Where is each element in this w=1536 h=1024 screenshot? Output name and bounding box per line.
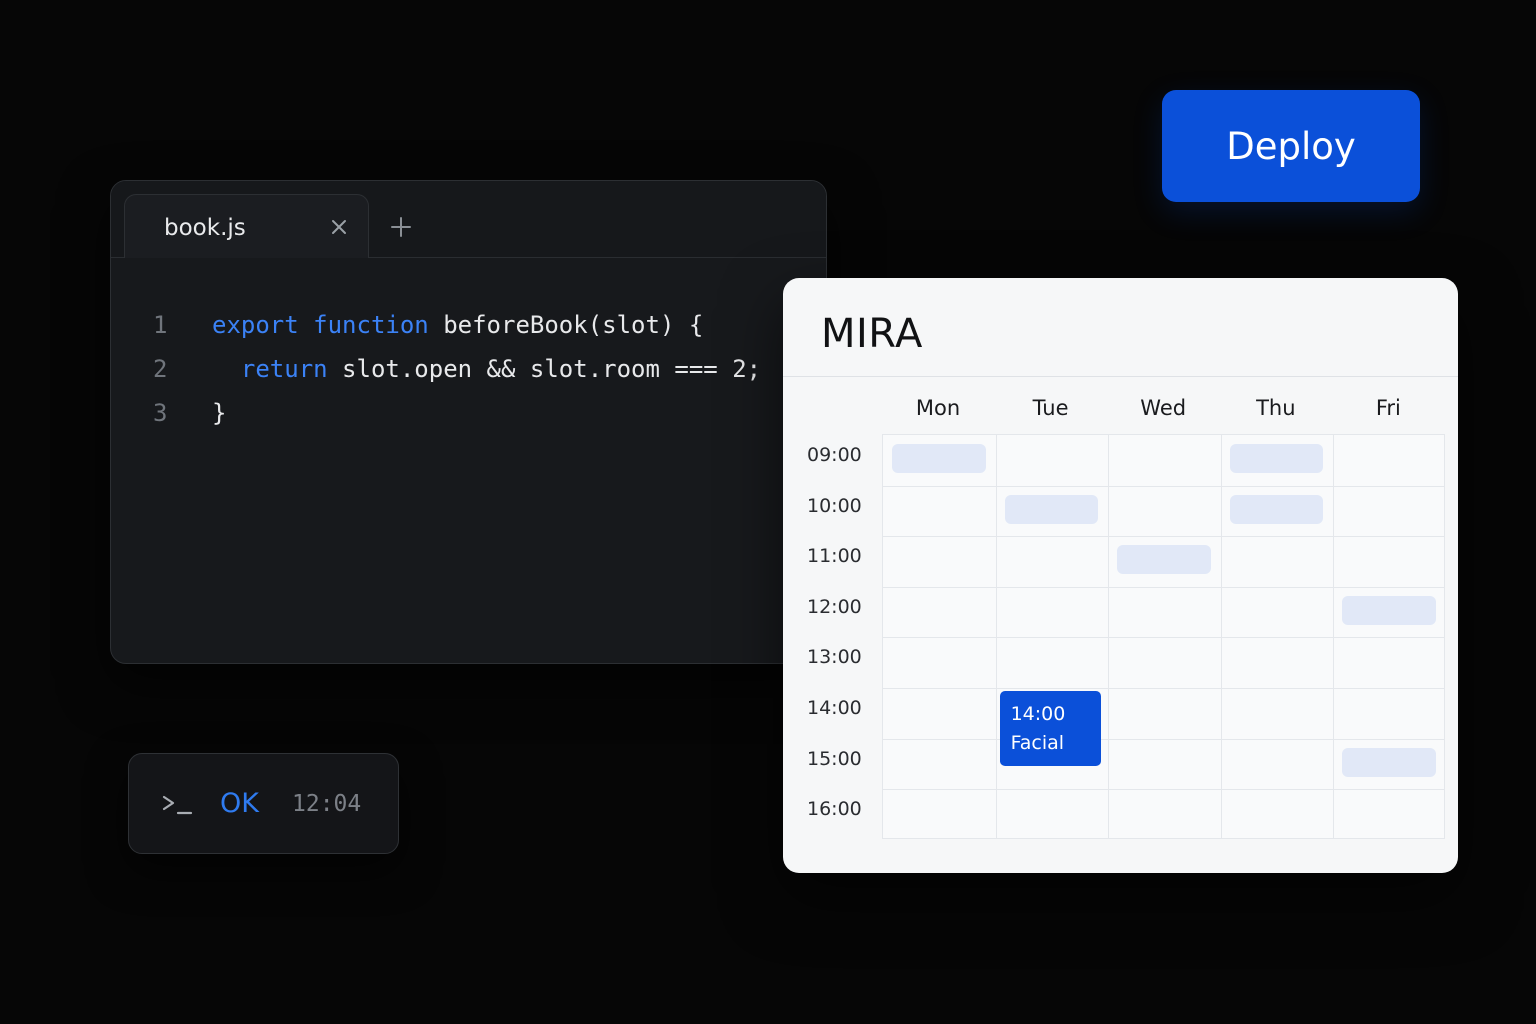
- line-number: 1: [153, 311, 168, 339]
- code-line: 1 export function beforeBook(slot) {: [111, 303, 826, 347]
- grid-row-line: [883, 536, 1444, 538]
- line-number: 2: [153, 355, 168, 383]
- time-label: 14:00: [807, 697, 862, 719]
- time-label: 09:00: [807, 444, 862, 466]
- open-slot-thu-1000[interactable]: [1229, 494, 1324, 524]
- close-icon[interactable]: [331, 219, 347, 235]
- code-text: export function beforeBook(slot) {: [212, 303, 703, 347]
- time-label: 16:00: [807, 798, 862, 821]
- code-text: return slot.open && slot.room === 2;: [212, 347, 761, 391]
- calendar-divider: [783, 376, 1458, 377]
- grid-row-line: [883, 586, 1444, 588]
- grid-row-line: [883, 637, 1444, 639]
- editor-tab-bar: book.js: [111, 181, 826, 258]
- time-label: 12:00: [807, 595, 862, 618]
- code-keyword: return: [240, 355, 328, 383]
- line-number: 3: [153, 399, 168, 427]
- terminal-prompt-icon: [162, 795, 193, 815]
- day-header-wed: Wed: [1140, 396, 1187, 420]
- day-header-tue: Tue: [1032, 396, 1069, 420]
- calendar-card: MIRA Mon Tue Wed Thu Fri 09:00 10:00 11:00 12:0…: [783, 278, 1458, 873]
- grid-row-line: [883, 789, 1444, 791]
- code-line: 3}: [111, 391, 826, 435]
- terminal-time: 12:04: [292, 791, 362, 817]
- open-slot-wed-1100[interactable]: [1117, 545, 1211, 575]
- booking-event[interactable]: 14:00 Facial: [999, 691, 1102, 766]
- booking-time: 14:00: [1010, 703, 1066, 725]
- terminal-status-text: OK: [220, 788, 259, 819]
- code-keyword: export: [212, 311, 299, 339]
- code-area[interactable]: 1 export function beforeBook(slot) {2 ret…: [111, 303, 826, 435]
- terminal-status: OK 12:04: [128, 753, 399, 854]
- editor-tab-book-js[interactable]: book.js: [124, 194, 369, 258]
- grid-row-line: [883, 688, 1444, 689]
- deploy-button[interactable]: Deploy: [1162, 90, 1420, 202]
- code-keyword: function: [313, 311, 429, 339]
- calendar-grid: 14:00 Facial: [882, 434, 1445, 839]
- time-label: 13:00: [807, 646, 862, 669]
- grid-row-line: [883, 738, 1444, 740]
- code-token: beforeBook(slot) {: [428, 311, 704, 339]
- open-slot-mon-0900[interactable]: [892, 444, 986, 473]
- day-header-mon: Mon: [915, 396, 961, 420]
- code-text: }: [212, 391, 226, 435]
- calendar-title: MIRA: [821, 311, 923, 357]
- code-line: 2 return slot.open && slot.room === 2;: [111, 347, 826, 391]
- day-header-thu: Thu: [1256, 396, 1296, 420]
- time-label: 15:00: [807, 747, 862, 770]
- editor-tab-label: book.js: [164, 215, 246, 241]
- code-token: slot.open && slot.room === 2;: [327, 355, 762, 383]
- code-editor-window: book.js 1 export function beforeBook(slot…: [110, 180, 827, 664]
- grid-row-line: [883, 485, 1444, 487]
- time-label: 11:00: [807, 545, 862, 568]
- code-token: }: [212, 399, 227, 427]
- open-slot-fri-1200[interactable]: [1342, 595, 1436, 625]
- plus-icon[interactable]: [391, 217, 411, 237]
- open-slot-thu-0900[interactable]: [1229, 444, 1324, 473]
- open-slot-fri-1500[interactable]: [1342, 747, 1436, 777]
- open-slot-tue-1000[interactable]: [1004, 494, 1099, 524]
- time-label: 10:00: [807, 494, 862, 517]
- day-header-fri: Fri: [1375, 396, 1401, 420]
- booking-service: Facial: [1010, 732, 1065, 754]
